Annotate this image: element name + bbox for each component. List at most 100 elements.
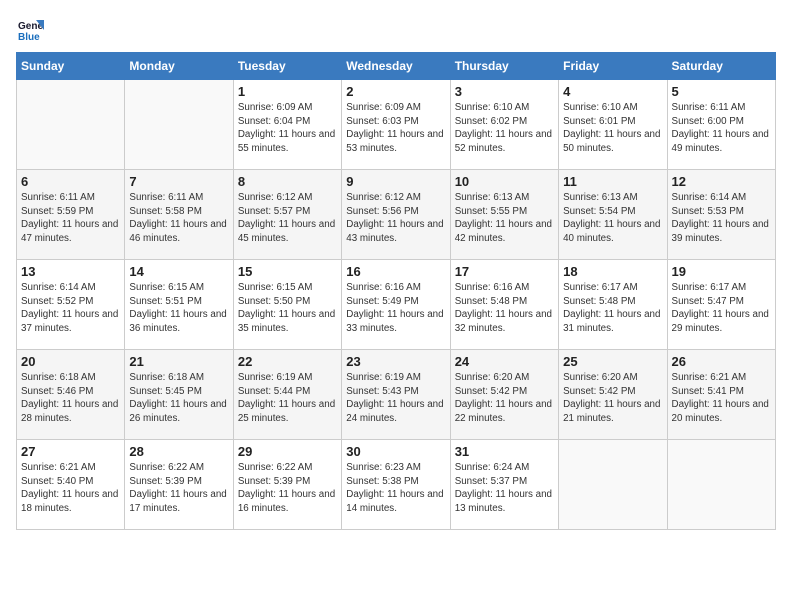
day-info: Sunrise: 6:17 AMSunset: 5:47 PMDaylight:… <box>672 281 771 336</box>
svg-text:Blue: Blue <box>18 32 40 43</box>
calendar-cell: 29 Sunrise: 6:22 AMSunset: 5:39 PMDayligh… <box>233 440 341 530</box>
day-number: 19 <box>672 264 771 279</box>
day-number: 15 <box>238 264 337 279</box>
day-number: 7 <box>129 174 228 189</box>
calendar-cell: 7 Sunrise: 6:11 AMSunset: 5:58 PMDaylight… <box>125 170 233 260</box>
day-info: Sunrise: 6:17 AMSunset: 5:48 PMDaylight:… <box>563 281 662 336</box>
day-number: 16 <box>346 264 445 279</box>
day-number: 22 <box>238 354 337 369</box>
week-row-5: 27Sunrise: 6:21 AMSunset: 5:40 PMDayligh… <box>17 440 776 530</box>
calendar-cell: 15 Sunrise: 6:15 AMSunset: 5:50 PMDayligh… <box>233 260 341 350</box>
calendar-table: SundayMondayTuesdayWednesdayThursdayFrid… <box>16 52 776 530</box>
calendar-cell: 28 Sunrise: 6:22 AMSunset: 5:39 PMDayligh… <box>125 440 233 530</box>
calendar-body: 1 Sunrise: 6:09 AMSunset: 6:04 PMDaylight… <box>17 80 776 530</box>
calendar-cell: 30Sunrise: 6:23 AMSunset: 5:38 PMDayligh… <box>342 440 450 530</box>
week-row-4: 20 Sunrise: 6:18 AMSunset: 5:46 PMDayligh… <box>17 350 776 440</box>
day-info: Sunrise: 6:10 AMSunset: 6:02 PMDaylight:… <box>455 101 554 156</box>
column-header-monday: Monday <box>125 53 233 80</box>
day-info: Sunrise: 6:11 AMSunset: 5:58 PMDaylight:… <box>129 191 228 246</box>
calendar-cell: 3 Sunrise: 6:10 AMSunset: 6:02 PMDaylight… <box>450 80 558 170</box>
day-number: 10 <box>455 174 554 189</box>
day-info: Sunrise: 6:14 AMSunset: 5:52 PMDaylight:… <box>21 281 120 336</box>
week-row-1: 1 Sunrise: 6:09 AMSunset: 6:04 PMDaylight… <box>17 80 776 170</box>
calendar-cell <box>559 440 667 530</box>
day-info: Sunrise: 6:12 AMSunset: 5:57 PMDaylight:… <box>238 191 337 246</box>
logo: General Blue <box>16 16 48 44</box>
day-number: 20 <box>21 354 120 369</box>
day-info: Sunrise: 6:21 AMSunset: 5:41 PMDaylight:… <box>672 371 771 426</box>
day-info: Sunrise: 6:24 AMSunset: 5:37 PMDaylight:… <box>455 461 554 516</box>
calendar-cell: 21Sunrise: 6:18 AMSunset: 5:45 PMDayligh… <box>125 350 233 440</box>
calendar-cell: 24 Sunrise: 6:20 AMSunset: 5:42 PMDayligh… <box>450 350 558 440</box>
day-number: 6 <box>21 174 120 189</box>
day-info: Sunrise: 6:10 AMSunset: 6:01 PMDaylight:… <box>563 101 662 156</box>
day-info: Sunrise: 6:18 AMSunset: 5:46 PMDaylight:… <box>21 371 120 426</box>
calendar-cell: 14 Sunrise: 6:15 AMSunset: 5:51 PMDayligh… <box>125 260 233 350</box>
day-info: Sunrise: 6:11 AMSunset: 5:59 PMDaylight:… <box>21 191 120 246</box>
day-info: Sunrise: 6:14 AMSunset: 5:53 PMDaylight:… <box>672 191 771 246</box>
day-number: 3 <box>455 84 554 99</box>
day-info: Sunrise: 6:13 AMSunset: 5:55 PMDaylight:… <box>455 191 554 246</box>
week-row-2: 6 Sunrise: 6:11 AMSunset: 5:59 PMDaylight… <box>17 170 776 260</box>
day-number: 9 <box>346 174 445 189</box>
calendar-cell <box>125 80 233 170</box>
calendar-cell <box>17 80 125 170</box>
day-number: 24 <box>455 354 554 369</box>
calendar-cell: 27Sunrise: 6:21 AMSunset: 5:40 PMDayligh… <box>17 440 125 530</box>
day-info: Sunrise: 6:19 AMSunset: 5:43 PMDaylight:… <box>346 371 445 426</box>
calendar-cell: 17Sunrise: 6:16 AMSunset: 5:48 PMDayligh… <box>450 260 558 350</box>
calendar-cell: 12 Sunrise: 6:14 AMSunset: 5:53 PMDayligh… <box>667 170 775 260</box>
calendar-cell: 9 Sunrise: 6:12 AMSunset: 5:56 PMDaylight… <box>342 170 450 260</box>
calendar-cell: 4 Sunrise: 6:10 AMSunset: 6:01 PMDaylight… <box>559 80 667 170</box>
calendar-cell: 1 Sunrise: 6:09 AMSunset: 6:04 PMDaylight… <box>233 80 341 170</box>
day-number: 31 <box>455 444 554 459</box>
day-info: Sunrise: 6:18 AMSunset: 5:45 PMDaylight:… <box>129 371 228 426</box>
day-info: Sunrise: 6:20 AMSunset: 5:42 PMDaylight:… <box>455 371 554 426</box>
day-number: 30 <box>346 444 445 459</box>
day-number: 27 <box>21 444 120 459</box>
calendar-cell: 19 Sunrise: 6:17 AMSunset: 5:47 PMDayligh… <box>667 260 775 350</box>
day-info: Sunrise: 6:19 AMSunset: 5:44 PMDaylight:… <box>238 371 337 426</box>
column-header-saturday: Saturday <box>667 53 775 80</box>
day-number: 4 <box>563 84 662 99</box>
column-header-thursday: Thursday <box>450 53 558 80</box>
column-header-friday: Friday <box>559 53 667 80</box>
calendar-cell <box>667 440 775 530</box>
day-info: Sunrise: 6:09 AMSunset: 6:04 PMDaylight:… <box>238 101 337 156</box>
calendar-cell: 5Sunrise: 6:11 AMSunset: 6:00 PMDaylight… <box>667 80 775 170</box>
calendar-cell: 10 Sunrise: 6:13 AMSunset: 5:55 PMDayligh… <box>450 170 558 260</box>
day-number: 12 <box>672 174 771 189</box>
day-number: 28 <box>129 444 228 459</box>
calendar-cell: 25 Sunrise: 6:20 AMSunset: 5:42 PMDayligh… <box>559 350 667 440</box>
day-info: Sunrise: 6:20 AMSunset: 5:42 PMDaylight:… <box>563 371 662 426</box>
day-info: Sunrise: 6:13 AMSunset: 5:54 PMDaylight:… <box>563 191 662 246</box>
day-info: Sunrise: 6:22 AMSunset: 5:39 PMDaylight:… <box>129 461 228 516</box>
calendar-header: SundayMondayTuesdayWednesdayThursdayFrid… <box>17 53 776 80</box>
calendar-cell: 8Sunrise: 6:12 AMSunset: 5:57 PMDaylight… <box>233 170 341 260</box>
day-number: 18 <box>563 264 662 279</box>
day-number: 29 <box>238 444 337 459</box>
day-number: 25 <box>563 354 662 369</box>
calendar-cell: 11Sunrise: 6:13 AMSunset: 5:54 PMDayligh… <box>559 170 667 260</box>
day-info: Sunrise: 6:22 AMSunset: 5:39 PMDaylight:… <box>238 461 337 516</box>
day-number: 23 <box>346 354 445 369</box>
column-header-sunday: Sunday <box>17 53 125 80</box>
day-info: Sunrise: 6:15 AMSunset: 5:51 PMDaylight:… <box>129 281 228 336</box>
calendar-cell: 31 Sunrise: 6:24 AMSunset: 5:37 PMDayligh… <box>450 440 558 530</box>
calendar-cell: 18 Sunrise: 6:17 AMSunset: 5:48 PMDayligh… <box>559 260 667 350</box>
day-number: 26 <box>672 354 771 369</box>
header: General Blue <box>16 16 776 44</box>
calendar-cell: 6 Sunrise: 6:11 AMSunset: 5:59 PMDaylight… <box>17 170 125 260</box>
day-info: Sunrise: 6:12 AMSunset: 5:56 PMDaylight:… <box>346 191 445 246</box>
column-header-wednesday: Wednesday <box>342 53 450 80</box>
calendar-cell: 20 Sunrise: 6:18 AMSunset: 5:46 PMDayligh… <box>17 350 125 440</box>
day-number: 1 <box>238 84 337 99</box>
day-number: 14 <box>129 264 228 279</box>
day-number: 17 <box>455 264 554 279</box>
logo-icon: General Blue <box>16 16 44 44</box>
day-info: Sunrise: 6:15 AMSunset: 5:50 PMDaylight:… <box>238 281 337 336</box>
day-info: Sunrise: 6:16 AMSunset: 5:49 PMDaylight:… <box>346 281 445 336</box>
header-row: SundayMondayTuesdayWednesdayThursdayFrid… <box>17 53 776 80</box>
day-number: 13 <box>21 264 120 279</box>
day-info: Sunrise: 6:11 AMSunset: 6:00 PMDaylight:… <box>672 101 771 156</box>
